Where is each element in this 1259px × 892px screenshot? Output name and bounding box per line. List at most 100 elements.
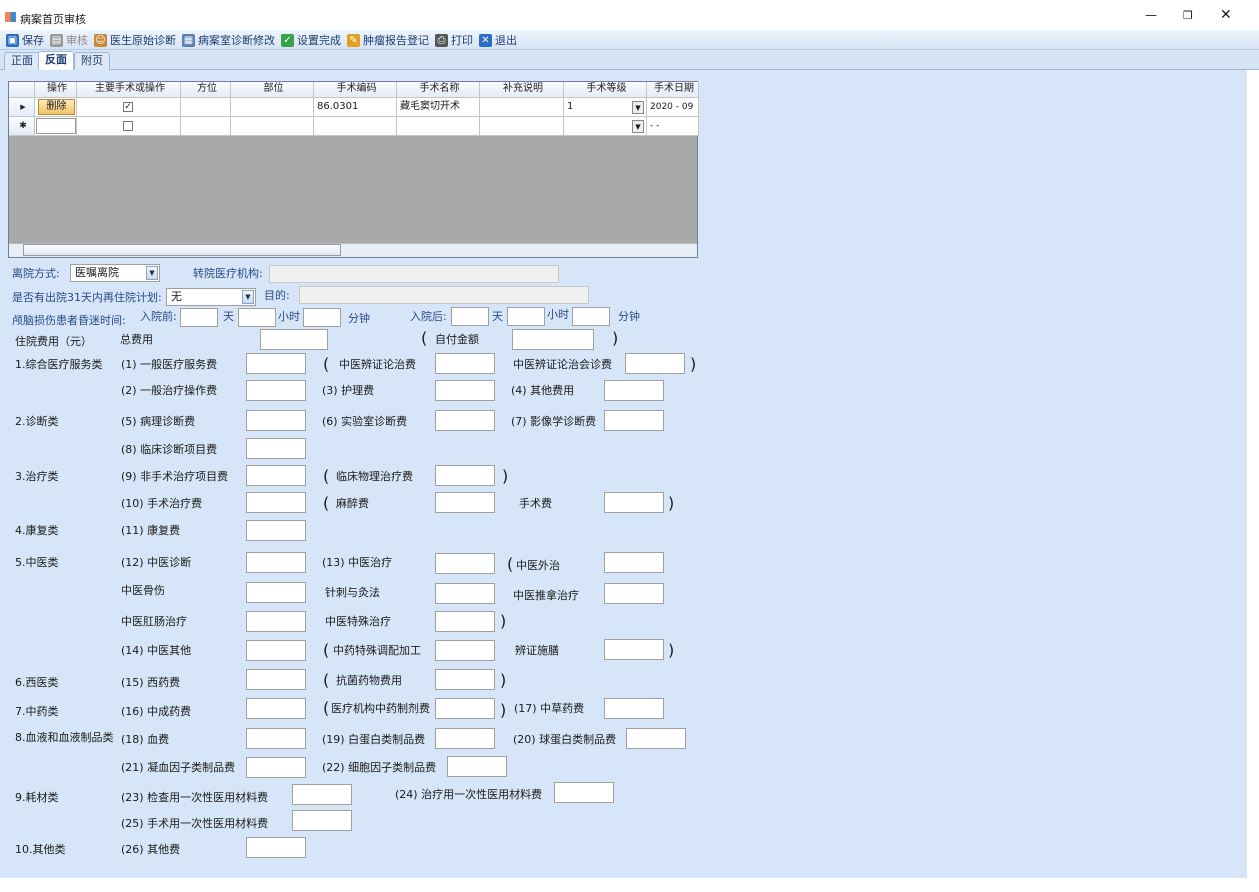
column-header[interactable]: 补充说明 [480,82,564,98]
grid-cell[interactable] [35,117,77,136]
readmit-plan-select[interactable]: 无 ▼ [166,288,256,306]
close-button[interactable]: ✕ [1220,7,1232,23]
scrollbar-thumb[interactable] [23,244,341,256]
grid-cell[interactable]: 藏毛窦切开术 [397,98,480,117]
grid-cell[interactable]: 1 ▼ [564,98,647,117]
column-header[interactable]: 手术名称 [397,82,480,98]
discharge-mode-select[interactable]: 医嘱离院 ▼ [70,264,160,282]
grid-cell[interactable]: 删除 [35,98,77,117]
fee-input[interactable] [246,492,306,513]
fee-input[interactable] [435,698,495,719]
grid-cell[interactable] [181,117,231,136]
coma-after-days[interactable] [451,307,489,326]
fee-input[interactable] [626,728,686,749]
tab-appendix[interactable]: 附页 [74,52,110,70]
chevron-down-icon[interactable]: ▼ [242,290,254,304]
toolbar-button-5[interactable]: ✎ 肿瘤报告登记 [347,30,429,50]
restore-button[interactable]: ❐ [1183,9,1193,22]
fee-input[interactable] [435,410,495,431]
transfer-institution-input[interactable] [269,265,559,283]
toolbar-button-1[interactable]: ▤ 审核 [50,30,88,50]
fee-input[interactable] [246,410,306,431]
fee-input[interactable] [435,669,495,690]
coma-after-minutes[interactable] [572,307,610,326]
chevron-down-icon[interactable]: ▼ [632,101,644,114]
surgery-date[interactable]: 2020 - 09 [650,102,693,112]
fee-input[interactable] [246,698,306,719]
column-header[interactable]: 方位 [181,82,231,98]
fee-input[interactable] [435,640,495,661]
column-header[interactable]: 手术等级 [564,82,647,98]
fee-input[interactable] [246,353,306,374]
fee-input[interactable] [435,611,495,632]
grid-cell[interactable]: ✓ [77,98,181,117]
fee-input[interactable] [246,669,306,690]
grid-cell[interactable]: ▼ [564,117,647,136]
self-pay-input[interactable] [512,329,594,350]
toolbar-button-7[interactable]: ✕ 退出 [479,30,517,50]
fee-input[interactable] [604,583,664,604]
grid-cell[interactable]: 2020 - 09 [647,98,699,117]
grid-cell[interactable] [480,117,564,136]
fee-input[interactable] [604,410,664,431]
fee-input[interactable] [435,583,495,604]
toolbar-button-2[interactable]: ☺ 医生原始诊断 [94,30,176,50]
total-fee-input[interactable] [260,329,328,350]
grid-cell[interactable] [231,117,314,136]
fee-input[interactable] [246,728,306,749]
fee-input[interactable] [447,756,507,777]
fee-input[interactable] [604,639,664,660]
purpose-input[interactable] [299,286,589,304]
minimize-button[interactable]: — [1145,8,1157,22]
column-header[interactable]: 操作 [35,82,77,98]
toolbar-button-0[interactable]: ▣ 保存 [6,30,44,50]
fee-input[interactable] [604,698,664,719]
grid-cell[interactable] [397,117,480,136]
column-header[interactable]: 手术编码 [314,82,397,98]
grid-cell[interactable] [480,98,564,117]
fee-input[interactable] [625,353,685,374]
fee-input[interactable] [246,611,306,632]
fee-input[interactable] [246,837,306,858]
grid-cell[interactable] [77,117,181,136]
grid-cell[interactable] [231,98,314,117]
fee-input[interactable] [554,782,614,803]
surgery-date[interactable]: - - [650,121,659,131]
grid-cell[interactable] [314,117,397,136]
fee-input[interactable] [435,380,495,401]
grid-cell[interactable] [181,98,231,117]
main-surgery-checkbox[interactable]: ✓ [123,102,133,112]
coma-before-days[interactable] [180,308,218,327]
fee-input[interactable] [435,492,495,513]
fee-input[interactable] [435,465,495,486]
chevron-down-icon[interactable]: ▼ [632,120,644,133]
column-header[interactable]: 手术日期 [647,82,699,98]
fee-input[interactable] [246,438,306,459]
toolbar-button-4[interactable]: ✓ 设置完成 [281,30,341,50]
fee-input[interactable] [246,582,306,603]
coma-before-minutes[interactable] [303,308,341,327]
fee-input[interactable] [246,380,306,401]
row-header[interactable]: ✱ [9,117,35,136]
fee-input[interactable] [292,784,352,805]
row-header[interactable]: ▶ [9,98,35,117]
grid-cell[interactable]: 86.0301 [314,98,397,117]
toolbar-button-3[interactable]: ▦ 病案室诊断修改 [182,30,275,50]
fee-input[interactable] [435,728,495,749]
fee-input[interactable] [435,553,495,574]
coma-after-hours[interactable] [507,307,545,326]
fee-input[interactable] [604,492,664,513]
main-surgery-checkbox[interactable] [123,121,133,131]
fee-input[interactable] [292,810,352,831]
fee-input[interactable] [246,465,306,486]
fee-input[interactable] [246,640,306,661]
fee-input[interactable] [246,552,306,573]
fee-input[interactable] [604,552,664,573]
column-header[interactable]: 部位 [231,82,314,98]
fee-input[interactable] [604,380,664,401]
fee-input[interactable] [246,520,306,541]
delete-button[interactable]: 删除 [38,99,75,115]
toolbar-button-6[interactable]: ⎙ 打印 [435,30,473,50]
chevron-down-icon[interactable]: ▼ [146,266,158,280]
tab-front[interactable]: 正面 [4,52,40,70]
